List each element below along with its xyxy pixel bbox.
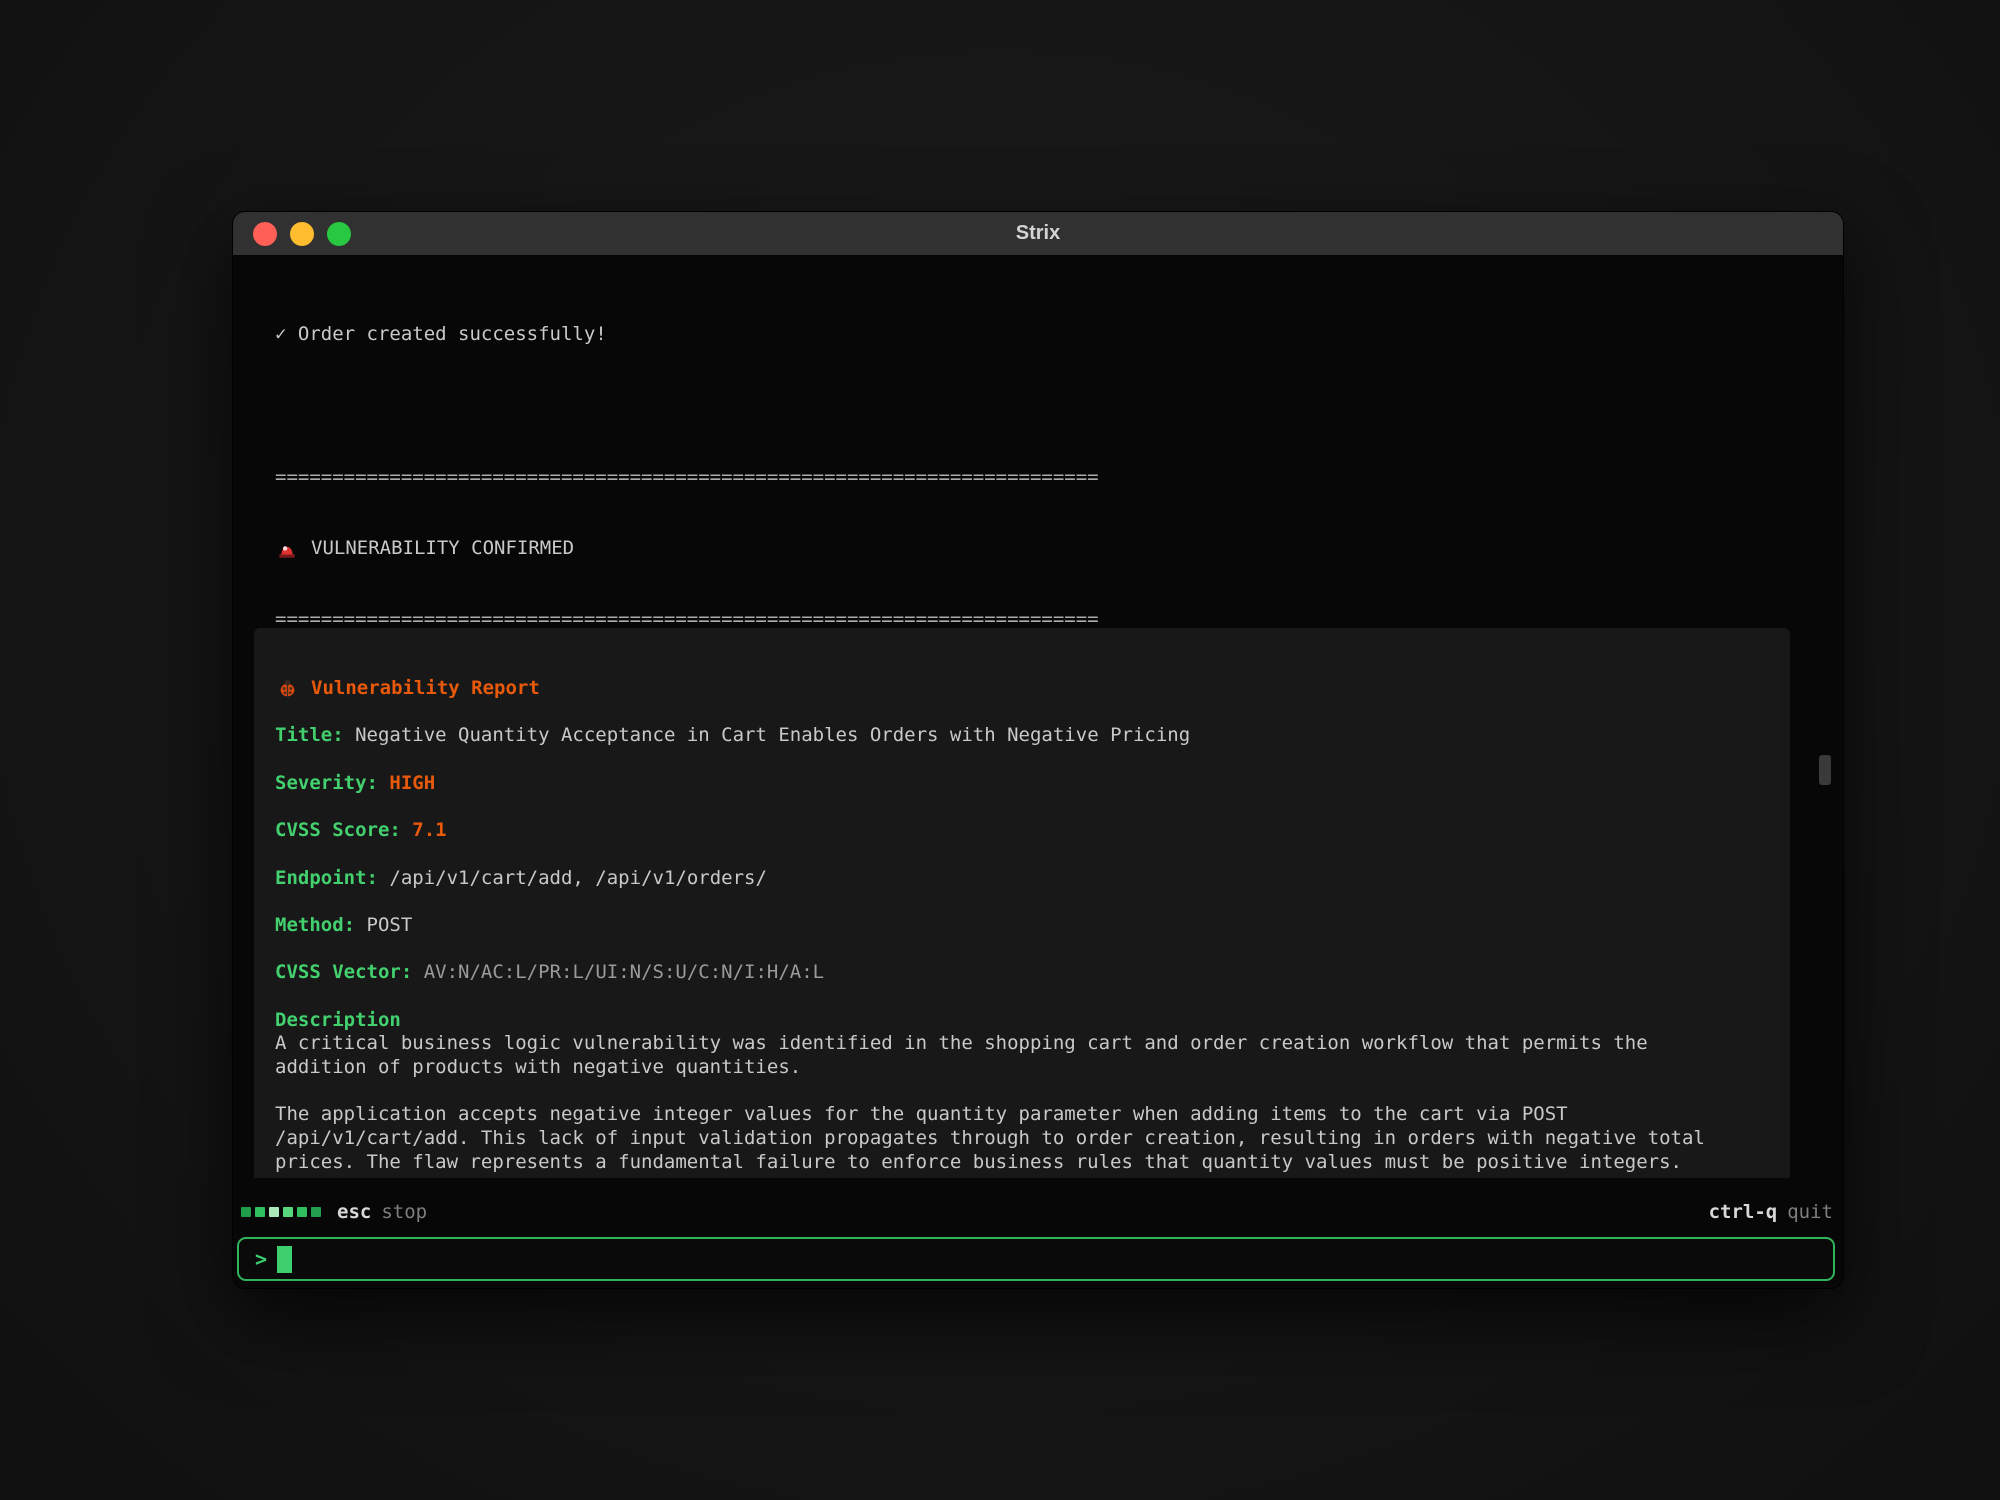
description-text-line: addition of products with negative quant… [275, 1056, 1790, 1080]
endpoint-value: /api/v1/cart/add, /api/v1/orders/ [389, 867, 767, 891]
quit-action-label: quit [1787, 1201, 1833, 1223]
description-text-line: /api/v1/cart/add. This lack of input val… [275, 1127, 1790, 1151]
siren-icon [275, 537, 299, 561]
spinner-square [283, 1207, 293, 1217]
report-endpoint-row: Endpoint: /api/v1/cart/add, /api/v1/orde… [275, 867, 1790, 891]
spinner-square [269, 1207, 279, 1217]
bug-icon [275, 677, 299, 701]
severity-value: HIGH [389, 772, 435, 796]
severity-label: Severity: [275, 772, 378, 796]
description-text-line: The application accepts negative integer… [275, 1103, 1790, 1127]
window-title: Strix [233, 222, 1843, 245]
report-header-text: Vulnerability Report [311, 677, 540, 701]
ctrl-q-key-hint: ctrl-q [1709, 1201, 1778, 1223]
report-cvss-row: CVSS Score: 7.1 [275, 819, 1790, 843]
report-method-row: Method: POST [275, 914, 1790, 938]
vulnerability-confirmed-text: VULNERABILITY CONFIRMED [311, 537, 574, 561]
order-success-message: ✓ Order created successfully! [275, 323, 1801, 347]
report-vector-row: CVSS Vector: AV:N/AC:L/PR:L/UI:N/S:U/C:N… [275, 961, 1790, 985]
description-heading: Description [275, 1009, 1790, 1033]
report-severity-row: Severity: HIGH [275, 772, 1790, 796]
desktop-background: { "window": { "title": "Strix" }, "termi… [0, 0, 2000, 1500]
window-titlebar: Strix [233, 212, 1843, 256]
minimize-window-button[interactable] [290, 222, 314, 246]
method-label: Method: [275, 914, 355, 938]
endpoint-label: Endpoint: [275, 867, 378, 891]
cvss-score-value: 7.1 [412, 819, 446, 843]
report-title-row: Title: Negative Quantity Acceptance in C… [275, 724, 1790, 748]
cvss-vector-label: CVSS Vector: [275, 961, 412, 985]
spinner-square [311, 1207, 321, 1217]
scrollbar-thumb[interactable] [1819, 755, 1831, 785]
activity-spinner [241, 1207, 321, 1217]
strix-terminal-window: Strix ✓ Order created successfully! ====… [233, 212, 1843, 1288]
title-value: Negative Quantity Acceptance in Cart Ena… [355, 724, 1190, 748]
description-text-line: A critical business logic vulnerability … [275, 1032, 1790, 1056]
method-value: POST [367, 914, 413, 938]
spinner-square [255, 1207, 265, 1217]
vulnerability-report-panel: Vulnerability Report Title: Negative Qua… [254, 628, 1790, 1178]
window-controls [233, 222, 351, 246]
spinner-square [241, 1207, 251, 1217]
cvss-score-label: CVSS Score: [275, 819, 401, 843]
cvss-vector-value: AV:N/AC:L/PR:L/UI:N/S:U/C:N/I:H/A:L [424, 961, 824, 985]
description-text-line: prices. The flaw represents a fundamenta… [275, 1151, 1790, 1175]
prompt-chevron: > [255, 1247, 267, 1271]
command-input[interactable]: > [237, 1237, 1835, 1281]
maximize-window-button[interactable] [327, 222, 351, 246]
stop-action-label: stop [381, 1201, 427, 1223]
vulnerability-confirmed-banner: VULNERABILITY CONFIRMED [275, 537, 1801, 561]
text-cursor [277, 1246, 292, 1273]
separator-line: ========================================… [275, 466, 1801, 490]
spinner-square [297, 1207, 307, 1217]
report-header: Vulnerability Report [275, 677, 1790, 701]
close-window-button[interactable] [253, 222, 277, 246]
footer-hint-bar: esc stop ctrl-q quit [241, 1198, 1833, 1226]
title-label: Title: [275, 724, 344, 748]
esc-key-hint: esc [337, 1201, 371, 1223]
